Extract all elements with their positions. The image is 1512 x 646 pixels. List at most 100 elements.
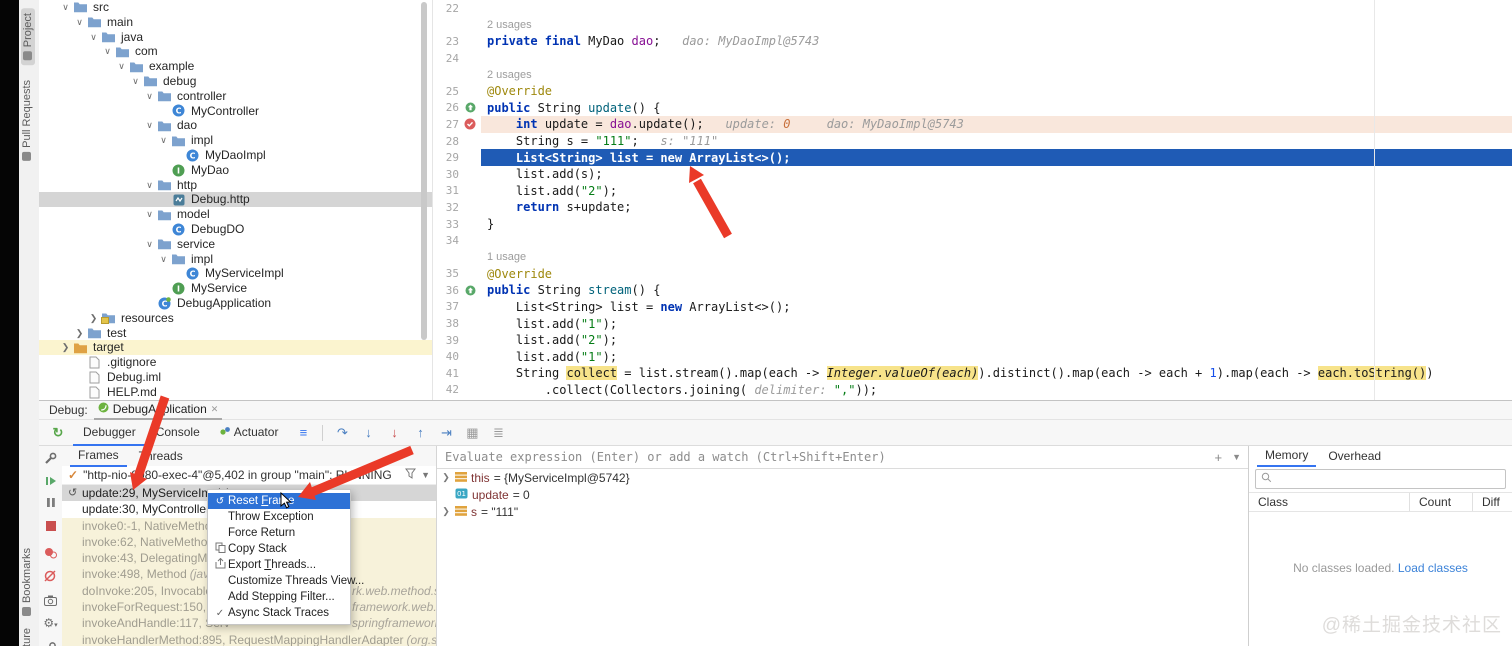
step-over-icon[interactable]: ↷ (331, 425, 353, 441)
tab-console[interactable]: Console (146, 420, 210, 444)
code-line-40[interactable]: 40 list.add("1"); (433, 348, 1512, 365)
chevron-right-icon[interactable]: ❯ (87, 311, 100, 326)
resume-icon[interactable] (43, 473, 58, 488)
evaluate-expression-bar[interactable]: Evaluate expression (Enter) or add a wat… (437, 446, 1249, 469)
tree-item-help-md[interactable]: HELP.md (39, 385, 432, 400)
menu-item-reset[interactable]: ↺ Reset Frame (208, 493, 350, 509)
memory-search-input[interactable] (1255, 469, 1506, 489)
variable-row-update[interactable]: 01 update = 0 (437, 486, 1249, 503)
tree-item-src[interactable]: ∨ src (39, 0, 432, 15)
settings-wrench-icon[interactable] (43, 451, 58, 466)
code-editor[interactable]: 22 2 usages 23 private final MyDao dao; dao… (432, 0, 1512, 400)
debug-session-tab[interactable]: DebugApplication ✕ (93, 400, 223, 420)
tree-item-debug-iml[interactable]: Debug.iml (39, 370, 432, 385)
chevron-down-icon[interactable]: ∨ (157, 133, 170, 148)
load-classes-link[interactable]: Load classes (1398, 561, 1468, 575)
code-line-22[interactable]: 22 (433, 0, 1512, 17)
code-line-26[interactable]: 26 public String update() { (433, 100, 1512, 117)
chevron-down-icon[interactable]: ∨ (129, 74, 142, 89)
tree-item-mydaoimpl[interactable]: C MyDaoImpl (39, 148, 432, 163)
tree-item--gitignore[interactable]: .gitignore (39, 355, 432, 370)
run-to-cursor-icon[interactable]: ⇥ (435, 425, 457, 441)
tree-item-dao[interactable]: ∨ dao (39, 118, 432, 133)
chevron-down-icon[interactable]: ∨ (143, 178, 156, 193)
chevron-down-icon[interactable]: ∨ (157, 252, 170, 267)
variable-row-s[interactable]: ❯ s = "111" (437, 503, 1249, 520)
tree-item-debug-http[interactable]: Debug.http (39, 192, 432, 208)
chevron-down-icon[interactable]: ∨ (73, 15, 86, 30)
usages-label[interactable]: 2 usages (487, 69, 532, 81)
mute-breakpoints-icon[interactable] (43, 568, 58, 583)
usages-label[interactable]: 2 usages (487, 19, 532, 31)
chevron-down-icon[interactable]: ∨ (59, 0, 72, 15)
stop-icon[interactable] (43, 518, 58, 533)
code-line-35[interactable]: 35 @Override (433, 266, 1512, 283)
code-line-28[interactable]: 28 String s = "111"; s: "111" (433, 133, 1512, 150)
chevron-down-icon[interactable]: ▼ (421, 470, 430, 480)
memory-column-diff[interactable]: Diff (1472, 493, 1512, 511)
expander-chevron-icon[interactable]: ❯ (441, 472, 451, 483)
chevron-down-icon[interactable]: ∨ (115, 59, 128, 74)
snapshot-camera-icon[interactable] (43, 593, 58, 608)
tree-scrollbar[interactable] (421, 2, 427, 340)
step-into-icon[interactable]: ↓ (357, 425, 379, 440)
menu-item-copy-stack[interactable]: Copy Stack (208, 541, 350, 557)
tree-item-impl[interactable]: ∨ impl (39, 133, 432, 148)
tree-item-mycontroller[interactable]: C MyController (39, 104, 432, 119)
tree-item-java[interactable]: ∨ java (39, 30, 432, 45)
tab-frames[interactable]: Frames (70, 446, 127, 467)
stack-frame-row[interactable]: invokeHandlerMethod:895, RequestMappingH… (62, 631, 436, 646)
memory-column-count[interactable]: Count (1409, 493, 1472, 511)
code-line-31[interactable]: 31 list.add("2"); (433, 183, 1512, 200)
variable-row-this[interactable]: ❯ this = {MyServiceImpl@5742} (437, 469, 1249, 486)
breakpoint-gutter-icon[interactable] (459, 118, 481, 130)
force-step-into-icon[interactable]: ↓ (383, 425, 405, 440)
override-gutter-icon[interactable] (459, 102, 481, 113)
chevron-down-icon[interactable]: ∨ (143, 89, 156, 104)
filter-funnel-icon[interactable] (405, 468, 417, 482)
menu-item-export[interactable]: Export Threads... (208, 557, 350, 573)
menu-item-customize-threads-view-[interactable]: Customize Threads View... (208, 573, 364, 589)
toolwindow-bookmarks[interactable]: Bookmarks (21, 548, 33, 617)
chevron-down-icon[interactable]: ∨ (143, 118, 156, 133)
toolwindow-pull-requests[interactable]: Pull Requests (21, 80, 33, 161)
tab-threads[interactable]: Threads (131, 446, 191, 466)
chevron-down-icon[interactable]: ∨ (143, 207, 156, 222)
usages-hint-line[interactable]: 2 usages (433, 17, 1512, 34)
rerun-icon[interactable]: ↻ (47, 425, 69, 441)
tab-actuator[interactable]: Actuator (210, 420, 289, 444)
tree-item-mydao[interactable]: I MyDao (39, 163, 432, 178)
thread-selector[interactable]: ✓ "http-nio-8080-exec-4"@5,402 in group … (62, 466, 436, 485)
expander-chevron-icon[interactable]: ❯ (441, 506, 451, 517)
code-line-30[interactable]: 30 list.add(s); (433, 166, 1512, 183)
menu-item-throw-exception[interactable]: Throw Exception (208, 509, 350, 525)
tab-overhead[interactable]: Overhead (1320, 446, 1389, 466)
code-line-38[interactable]: 38 list.add("1"); (433, 315, 1512, 332)
view-options-icon[interactable]: ≣ (487, 425, 509, 441)
settings-gear-icon[interactable]: ⚙▾ (43, 615, 58, 630)
code-line-32[interactable]: 32 return s+update; (433, 199, 1512, 216)
tree-item-com[interactable]: ∨ com (39, 44, 432, 59)
memory-column-class[interactable]: Class (1249, 495, 1409, 509)
code-line-34[interactable]: 34 (433, 232, 1512, 249)
toolwindow-structure[interactable]: Structure (21, 628, 33, 646)
code-line-27[interactable]: 27 int update = dao .update(); update: 0 … (433, 116, 1512, 133)
code-line-39[interactable]: 39 list.add("2"); (433, 332, 1512, 349)
code-line-24[interactable]: 24 (433, 50, 1512, 67)
tree-item-model[interactable]: ∨ model (39, 207, 432, 222)
usages-label[interactable]: 1 usage (487, 251, 526, 263)
code-line-41[interactable]: 41 String collect = list.stream().map(ea… (433, 365, 1512, 382)
chevron-down-icon[interactable]: ∨ (87, 30, 100, 45)
close-icon[interactable]: ✕ (211, 404, 219, 415)
chevron-right-icon[interactable]: ❯ (73, 326, 86, 341)
tree-item-example[interactable]: ∨ example (39, 59, 432, 74)
pause-icon[interactable] (43, 495, 58, 510)
tree-item-service[interactable]: ∨ service (39, 237, 432, 252)
menu-item-add-stepping-filter-[interactable]: Add Stepping Filter... (208, 589, 350, 605)
override-gutter-icon[interactable] (459, 285, 481, 296)
tree-item-impl[interactable]: ∨ impl (39, 252, 432, 267)
menu-item-force-return[interactable]: Force Return (208, 525, 350, 541)
chevron-down-icon[interactable]: ∨ (143, 237, 156, 252)
tree-item-target[interactable]: ❯ target (39, 340, 432, 356)
tab-debugger[interactable]: Debugger (73, 420, 146, 446)
